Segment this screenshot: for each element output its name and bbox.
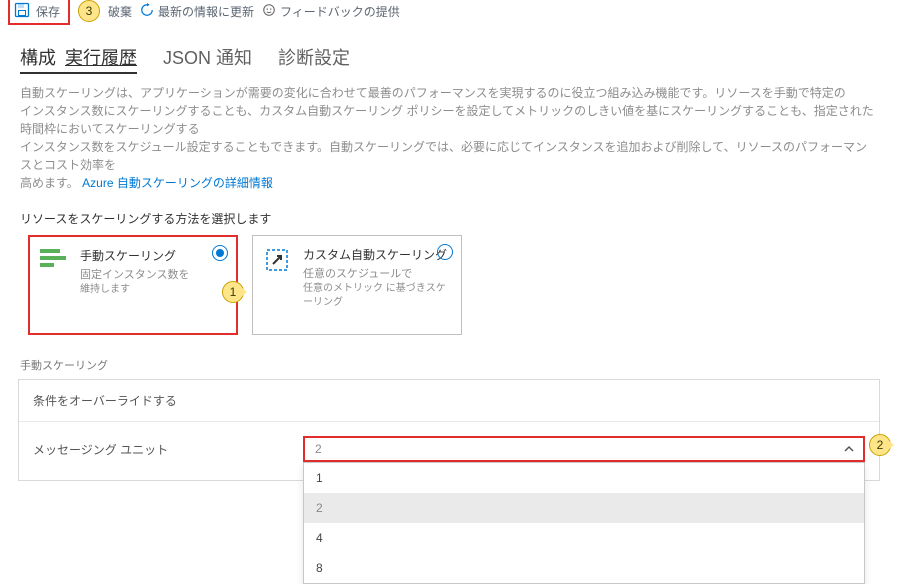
card-manual-sub1: 固定インスタンス数を (80, 268, 226, 283)
callout-2: 2 (869, 434, 891, 456)
tabs: 構成 実行履歴 JSON 通知 診断設定 (0, 28, 898, 80)
option-4[interactable]: 4 (304, 523, 864, 553)
tab-diagnostics[interactable]: 診断設定 (278, 44, 350, 74)
refresh-label: 最新の情報に更新 (158, 3, 254, 20)
card-custom-sub2: 任意のメトリック に基づきスケーリング (303, 282, 451, 310)
override-panel-header: 条件をオーバーライドする (19, 380, 879, 422)
card-manual-title: 手動スケーリング (80, 247, 226, 264)
tab-configure[interactable]: 構成 実行履歴 (20, 44, 137, 74)
radio-manual[interactable] (212, 245, 228, 261)
card-manual-scale[interactable]: 手動スケーリング 固定インスタンス数を 維持します (28, 235, 238, 335)
card-manual-sub2: 維持します (80, 283, 226, 297)
messaging-units-label: メッセージング ユニット (33, 441, 303, 458)
chevron-up-icon (843, 443, 855, 455)
custom-autoscale-icon (263, 246, 297, 277)
save-icon (14, 2, 30, 21)
dropdown-value: 2 (315, 442, 322, 456)
callout-3: 3 (78, 0, 100, 22)
discard-button[interactable]: 破棄 (108, 3, 132, 20)
feedback-icon (262, 3, 276, 20)
intro-text: 自動スケーリングは、アプリケーションが需要の変化に合わせて最善のパフォーマンスを… (0, 80, 898, 192)
autoscale-learn-more-link[interactable]: Azure 自動スケーリングの詳細情報 (82, 176, 273, 190)
card-custom-autoscale[interactable]: カスタム自動スケーリング 任意のスケジュールで 任意のメトリック に基づきスケー… (252, 235, 462, 335)
callout-1: 1 (222, 281, 244, 303)
option-1[interactable]: 1 (304, 463, 864, 493)
save-button[interactable]: 保存 (8, 0, 70, 25)
refresh-button[interactable]: 最新の情報に更新 (140, 3, 254, 20)
card-custom-title: カスタム自動スケーリング (303, 246, 451, 263)
feedback-label: フィードバックの提供 (280, 3, 400, 20)
manual-scale-icon (40, 247, 74, 272)
scale-method-heading: リソースをスケーリングする方法を選択します (0, 192, 898, 235)
tab-json-notify[interactable]: JSON 通知 (163, 44, 252, 74)
manual-scale-subheading: 手動スケーリング (0, 335, 898, 379)
option-8[interactable]: 8 (304, 553, 864, 583)
card-custom-sub1: 任意のスケジュールで (303, 267, 451, 282)
save-label: 保存 (36, 3, 60, 20)
messaging-units-dropdown[interactable]: 2 (303, 436, 865, 462)
override-panel: 条件をオーバーライドする メッセージング ユニット 2 1 2 4 8 2 (18, 379, 880, 481)
radio-custom[interactable] (437, 244, 453, 260)
feedback-button[interactable]: フィードバックの提供 (262, 3, 400, 20)
refresh-icon (140, 3, 154, 20)
option-2[interactable]: 2 (304, 493, 864, 523)
